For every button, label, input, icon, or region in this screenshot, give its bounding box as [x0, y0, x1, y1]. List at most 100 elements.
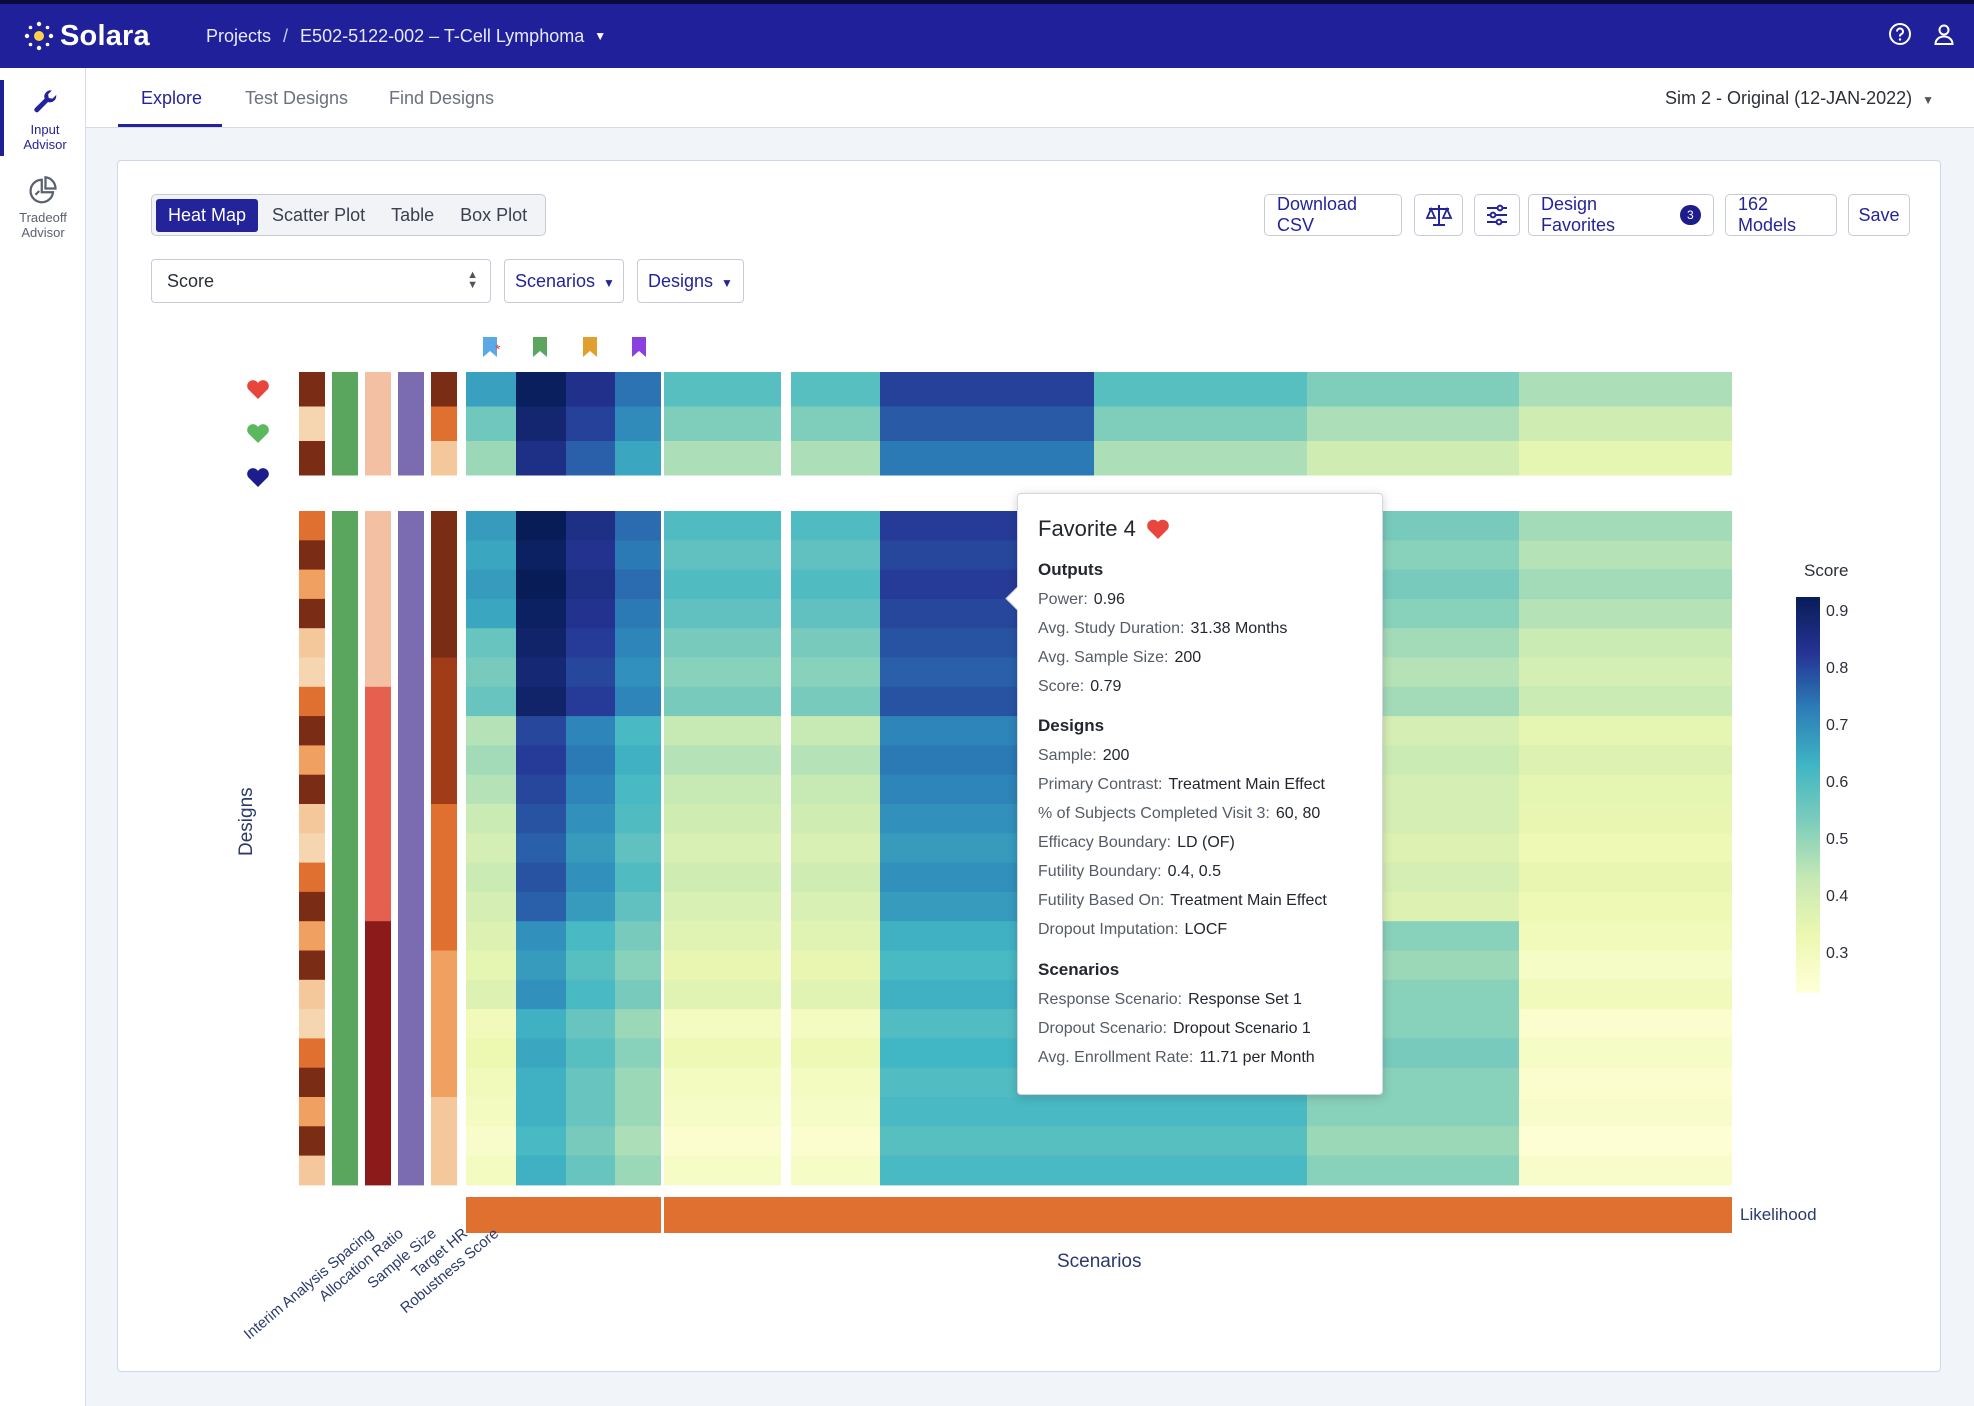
heatmap-cell[interactable] [664, 891, 880, 922]
heatmap-cell[interactable] [566, 833, 615, 864]
heatmap-cell[interactable] [1519, 745, 1732, 776]
heatmap-cell[interactable] [466, 1009, 516, 1039]
heatmap-cell[interactable] [566, 686, 615, 717]
breadcrumb-project[interactable]: E502-5122-002 – T-Cell Lymphoma [300, 26, 584, 47]
heatmap-cell[interactable] [664, 804, 880, 834]
heatmap-cell[interactable] [566, 862, 615, 893]
heatmap-cell[interactable] [1519, 979, 1732, 1010]
heatmap-cell[interactable] [516, 921, 566, 951]
heatmap-cell[interactable] [566, 950, 615, 981]
feature-cell[interactable] [431, 862, 457, 893]
heatmap-cell[interactable] [1519, 921, 1732, 951]
heatmap-cell[interactable] [466, 716, 516, 746]
heatmap-cell[interactable] [566, 1067, 615, 1098]
heatmap-cell[interactable] [566, 774, 615, 805]
feature-cell[interactable] [299, 979, 325, 1010]
heatmap-cell[interactable] [615, 441, 661, 476]
heatmap-cell[interactable] [1519, 441, 1732, 476]
feature-cell[interactable] [431, 891, 457, 922]
feature-cell[interactable] [398, 406, 424, 442]
heatmap-cell[interactable] [566, 1097, 615, 1127]
feature-cell[interactable] [332, 657, 358, 688]
feature-cell[interactable] [365, 979, 391, 1010]
bookmark-icon[interactable] [533, 337, 547, 357]
heatmap-cell[interactable] [664, 950, 880, 981]
feature-cell[interactable] [299, 716, 325, 746]
heatmap-cell[interactable] [1519, 1155, 1732, 1186]
heatmap-cell[interactable] [664, 745, 880, 776]
feature-cell[interactable] [365, 745, 391, 776]
feature-cell[interactable] [398, 745, 424, 776]
heatmap-cell[interactable] [664, 372, 880, 407]
heatmap-cell[interactable] [880, 406, 1094, 442]
heatmap-cell[interactable] [664, 657, 880, 688]
feature-cell[interactable] [332, 745, 358, 776]
feature-cell[interactable] [332, 891, 358, 922]
feature-cell[interactable] [299, 657, 325, 688]
feature-cell[interactable] [431, 598, 457, 629]
feature-cell[interactable] [365, 540, 391, 571]
heatmap-cell[interactable] [516, 774, 566, 805]
heatmap-cell[interactable] [664, 628, 880, 658]
feature-cell[interactable] [332, 950, 358, 981]
heatmap-cell[interactable] [466, 686, 516, 717]
heatmap-cell[interactable] [880, 1097, 1094, 1127]
heatmap-cell[interactable] [615, 406, 661, 442]
heatmap-cell[interactable] [1094, 1126, 1307, 1157]
feature-cell[interactable] [332, 774, 358, 805]
heatmap-cell[interactable] [880, 441, 1094, 476]
heatmap-cell[interactable] [1094, 1155, 1307, 1186]
heatmap-cell[interactable] [1307, 372, 1519, 407]
feature-cell[interactable] [299, 1126, 325, 1157]
feature-cell[interactable] [431, 716, 457, 746]
feature-cell[interactable] [431, 628, 457, 658]
feature-cell[interactable] [299, 511, 325, 541]
heatmap-cell[interactable] [566, 441, 615, 476]
heatmap-cell[interactable] [615, 1097, 661, 1127]
heatmap-cell[interactable] [466, 862, 516, 893]
heatmap-cell[interactable] [516, 540, 566, 571]
heatmap-cell[interactable] [615, 833, 661, 864]
heatmap-cell[interactable] [1519, 891, 1732, 922]
feature-cell[interactable] [398, 833, 424, 864]
feature-cell[interactable] [332, 540, 358, 571]
feature-cell[interactable] [299, 950, 325, 981]
feature-cell[interactable] [299, 372, 325, 407]
feature-cell[interactable] [365, 1097, 391, 1127]
heatmap-cell[interactable] [615, 540, 661, 571]
heatmap-cell[interactable] [566, 745, 615, 776]
heatmap-cell[interactable] [566, 979, 615, 1010]
feature-cell[interactable] [398, 686, 424, 717]
feature-cell[interactable] [365, 950, 391, 981]
feature-cell[interactable] [365, 1155, 391, 1186]
feature-cell[interactable] [431, 1067, 457, 1098]
heatmap-cell[interactable] [664, 833, 880, 864]
heatmap-cell[interactable] [1519, 1009, 1732, 1039]
heatmap-cell[interactable] [615, 628, 661, 658]
tab-test-designs[interactable]: Test Designs [245, 88, 348, 109]
heatmap-cell[interactable] [566, 716, 615, 746]
heatmap-cell[interactable] [516, 950, 566, 981]
heatmap-cell[interactable] [615, 657, 661, 688]
feature-cell[interactable] [332, 804, 358, 834]
heatmap-cell[interactable] [566, 540, 615, 571]
heatmap-cell[interactable] [466, 569, 516, 600]
simulation-select[interactable]: Sim 2 - Original (12-JAN-2022) ▼ [1665, 88, 1934, 109]
feature-cell[interactable] [365, 716, 391, 746]
heatmap-cell[interactable] [516, 1155, 566, 1186]
heatmap-cell[interactable] [1519, 372, 1732, 407]
heatmap-cell[interactable] [566, 1155, 615, 1186]
heatmap-cell[interactable] [516, 598, 566, 629]
heatmap-cell[interactable] [516, 1097, 566, 1127]
feature-cell[interactable] [431, 1126, 457, 1157]
feature-cell[interactable] [365, 891, 391, 922]
heatmap-cell[interactable] [516, 891, 566, 922]
feature-cell[interactable] [431, 569, 457, 600]
likelihood-cell[interactable] [1094, 1197, 1307, 1233]
feature-cell[interactable] [299, 862, 325, 893]
feature-cell[interactable] [299, 1038, 325, 1069]
heatmap-cell[interactable] [1519, 833, 1732, 864]
heatmap-cell[interactable] [466, 1038, 516, 1069]
help-icon[interactable] [1888, 22, 1912, 46]
heatmap-cell[interactable] [466, 804, 516, 834]
